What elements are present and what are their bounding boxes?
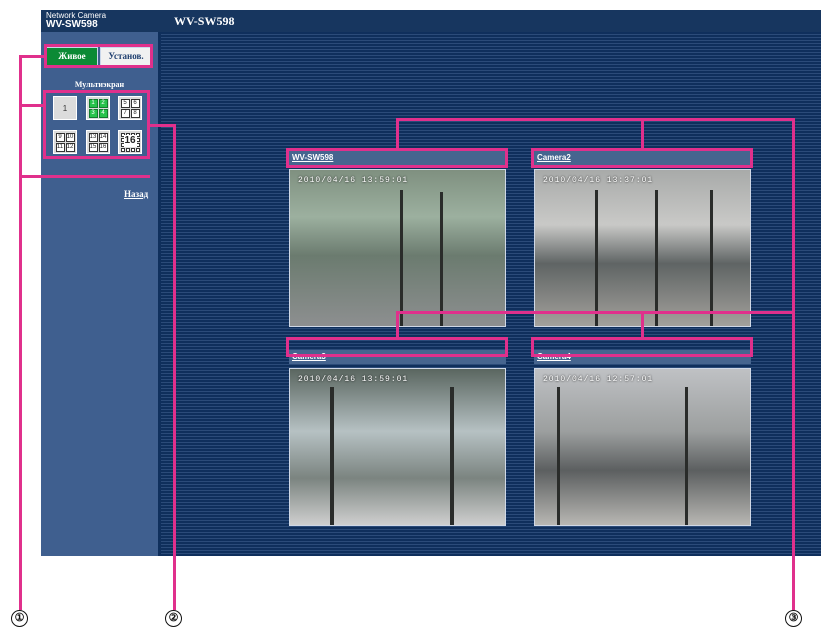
camera-timestamp: 2010/04/16 13:37:01 <box>543 176 654 185</box>
back-link[interactable]: Назад <box>124 189 148 199</box>
top-bar: Network Camera WV-SW598 WV-SW598 <box>41 10 821 32</box>
callout-line-3 <box>396 311 399 337</box>
callout-line-3 <box>641 118 644 148</box>
callout-box-title-2 <box>531 148 753 168</box>
callout-box-title-1 <box>286 148 508 168</box>
callout-line-2 <box>173 124 176 610</box>
callout-box-multiscreen <box>43 90 150 159</box>
callout-line-1 <box>19 55 46 58</box>
callout-marker-1: ① <box>11 610 28 627</box>
camera-timestamp: 2010/04/16 13:59:01 <box>298 176 409 185</box>
callout-box-tabs <box>44 44 153 68</box>
camera-image-1[interactable]: 2010/04/16 13:59:01 <box>289 169 506 327</box>
camera-app-window: Network Camera WV-SW598 WV-SW598 Живое У… <box>41 10 821 556</box>
camera-image-4[interactable]: 2010/04/16 12:57:01 <box>534 368 751 526</box>
callout-box-title-4 <box>531 337 753 357</box>
camera-image-3[interactable]: 2010/04/16 13:59:01 <box>289 368 506 526</box>
page-title: WV-SW598 <box>174 14 235 28</box>
callout-line-3 <box>792 118 795 610</box>
callout-line-3 <box>396 311 795 314</box>
callout-line-2 <box>150 124 175 127</box>
callout-marker-3: ③ <box>785 610 802 627</box>
camera-image-2[interactable]: 2010/04/16 13:37:01 <box>534 169 751 327</box>
callout-line-1 <box>19 55 22 610</box>
brand-model: WV-SW598 <box>46 19 98 30</box>
callout-line-1 <box>19 104 45 107</box>
callout-line-3 <box>396 118 399 148</box>
camera-timestamp: 2010/04/16 12:57:01 <box>543 375 654 384</box>
multiscreen-view-area: WV-SW598 2010/04/16 13:59:01 Camera2 201… <box>161 32 821 556</box>
callout-line-3 <box>641 311 644 337</box>
callout-marker-2: ② <box>165 610 182 627</box>
callout-box-title-3 <box>286 337 508 357</box>
multiscreen-label: Мультиэкран <box>74 80 125 89</box>
callout-line-1 <box>19 175 150 178</box>
camera-timestamp: 2010/04/16 13:59:01 <box>298 375 409 384</box>
callout-line-3 <box>396 118 795 121</box>
